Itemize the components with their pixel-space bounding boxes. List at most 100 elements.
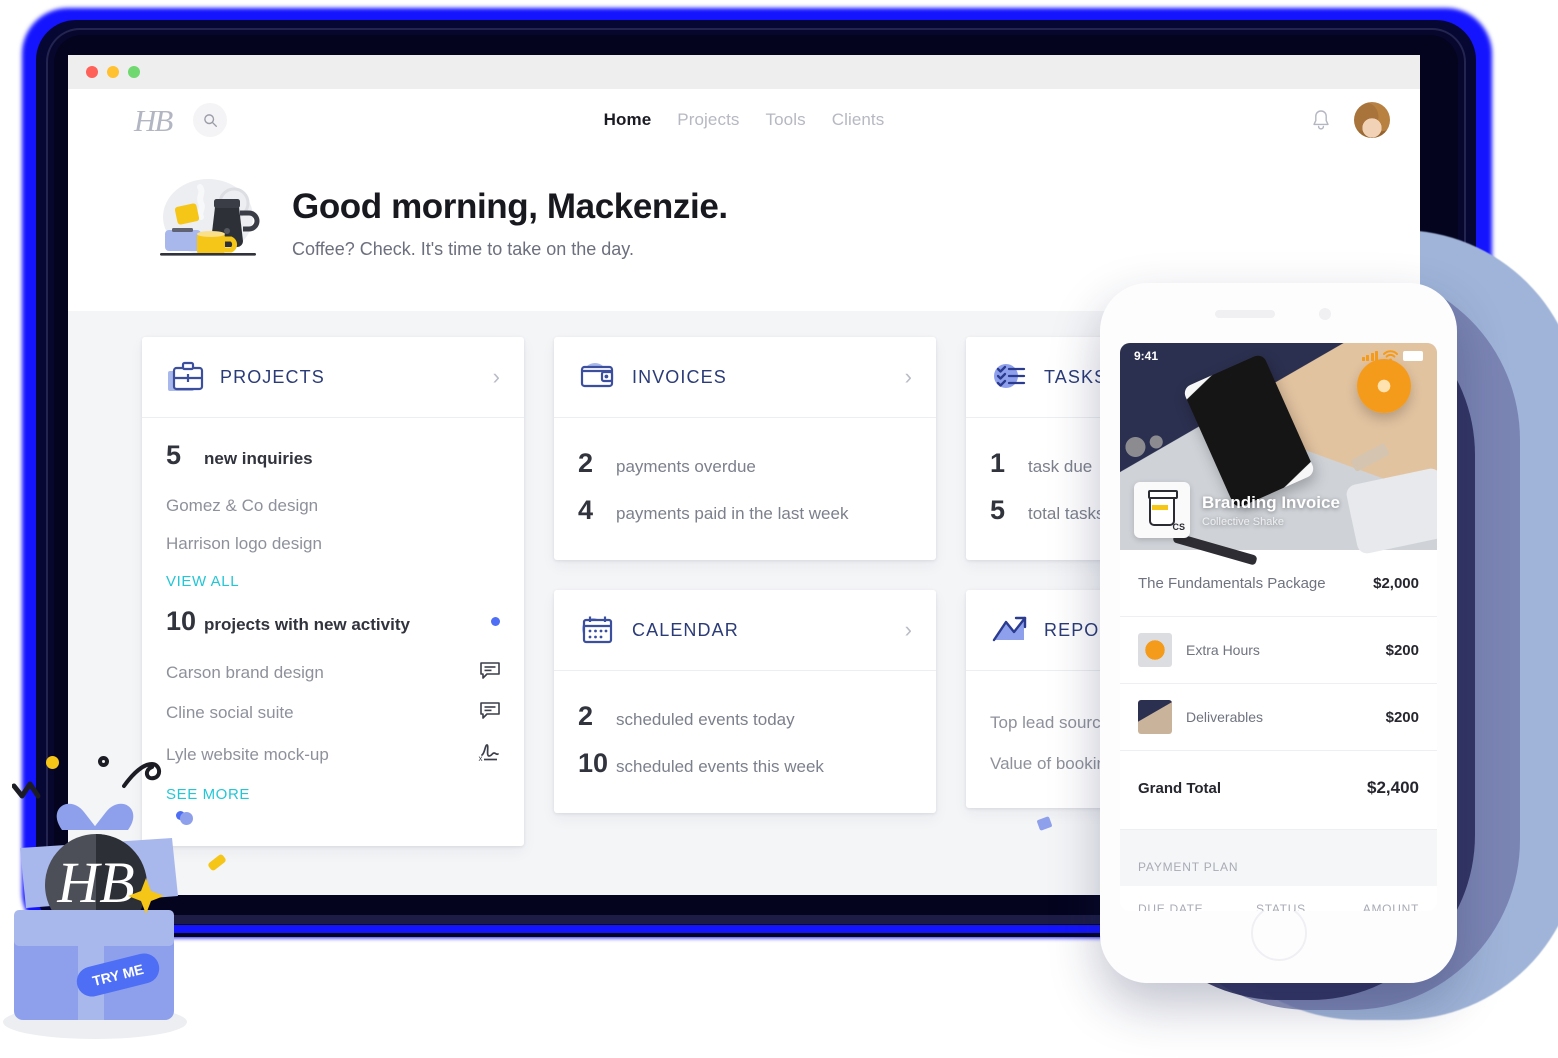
chevron-right-icon[interactable]: ›	[905, 619, 912, 641]
list-item[interactable]: Gomez & Co design	[166, 487, 500, 525]
stat-label: payments paid in the last week	[616, 504, 849, 523]
report-label: Top lead source	[990, 713, 1111, 732]
line-item-thumbnail	[1138, 633, 1172, 667]
stat-number: 2	[578, 701, 594, 731]
client-logo-text: CS	[1172, 522, 1185, 532]
laptop-photo-element	[1344, 466, 1437, 556]
calendar-card-header[interactable]: CALENDAR ›	[554, 590, 936, 671]
invoices-card-body: 2 payments overdue 4 payments paid in th…	[554, 418, 936, 560]
nav-links: Home Projects Tools Clients	[68, 110, 1420, 130]
calendar-icon	[582, 616, 613, 644]
payment-plan-label: PAYMENT PLAN	[1138, 860, 1239, 874]
tasks-card-title: TASKS	[1044, 366, 1108, 387]
phone-mockup: 9:41 CS Branding Invoice Collective Shak…	[1100, 283, 1457, 983]
list-item[interactable]: Harrison logo design	[166, 525, 500, 563]
invoice-hero-text: Branding Invoice Collective Shake	[1202, 493, 1340, 528]
project-name: Gomez & Co design	[166, 496, 319, 515]
maximize-window-button[interactable]	[128, 66, 140, 78]
invoice-hero: 9:41 CS Branding Invoice Collective Shak…	[1120, 343, 1437, 566]
projects-stat-activity: 10 projects with new activity	[166, 606, 500, 637]
stat-number: 5	[990, 495, 1006, 525]
stat-number: 1	[990, 448, 1006, 478]
greeting-text: Good morning, Mackenzie. Coffee? Check. …	[292, 187, 728, 260]
comment-icon[interactable]	[480, 662, 500, 684]
minimize-window-button[interactable]	[107, 66, 119, 78]
line-item-amount: $200	[1385, 708, 1419, 726]
stat-number: 4	[578, 495, 594, 525]
wallet-icon	[580, 363, 614, 388]
calendar-stat-row: 10 scheduled events this week	[578, 748, 912, 779]
signal-bars-icon	[1361, 351, 1378, 361]
keys-photo-element	[1124, 429, 1176, 465]
activity-dot-badge	[491, 617, 500, 626]
app-navbar: HB Home Projects Tools Clients	[68, 89, 1420, 151]
nav-link-home[interactable]: Home	[604, 110, 652, 130]
list-item[interactable]: Lyle website mock-up x	[166, 733, 500, 776]
phone-home-button[interactable]	[1250, 905, 1307, 961]
payment-plan-columns: DUE DATE STATUS AMOUNT	[1120, 886, 1437, 911]
invoice-line-item[interactable]: The Fundamentals Package $2,000	[1120, 550, 1437, 617]
phone-screen: 9:41 CS Branding Invoice Collective Shak…	[1120, 343, 1437, 911]
confetti-yellow-dot	[46, 756, 59, 769]
wifi-icon	[1383, 350, 1398, 362]
status-indicators	[1361, 350, 1423, 362]
invoices-card-header[interactable]: INVOICES ›	[554, 337, 936, 418]
projects-card-header[interactable]: PROJECTS ›	[142, 337, 524, 418]
coffee-cup-icon	[1148, 490, 1178, 526]
stat-number: 10	[166, 606, 197, 636]
battery-icon	[1403, 351, 1423, 361]
phone-camera	[1318, 308, 1331, 320]
invoice-line-item[interactable]: Deliverables $200	[1120, 684, 1437, 751]
invoices-card-title: INVOICES	[632, 366, 727, 387]
greeting-subtitle: Coffee? Check. It's time to take on the …	[292, 238, 634, 259]
nav-link-clients[interactable]: Clients	[832, 110, 885, 130]
stat-number: 5	[166, 440, 182, 470]
stat-label: payments overdue	[616, 457, 756, 476]
bell-icon[interactable]	[1310, 108, 1332, 132]
invoice-grand-total-row: Grand Total $2,400	[1120, 751, 1437, 830]
list-item[interactable]: Cline social suite	[166, 693, 500, 733]
calendar-card-body: 2 scheduled events today 10 scheduled ev…	[554, 671, 936, 813]
screenshot-stage: HB Home Projects Tools Clients Good morn…	[0, 0, 1558, 1058]
invoice-line-item[interactable]: Extra Hours $200	[1120, 617, 1437, 684]
calendar-card-title: CALENDAR	[632, 619, 739, 640]
search-button[interactable]	[193, 103, 228, 137]
line-item-amount: $200	[1385, 641, 1419, 659]
phone-status-bar: 9:41	[1120, 343, 1437, 369]
invoice-stat-row: 4 payments paid in the last week	[578, 495, 912, 526]
view-all-link[interactable]: VIEW ALL	[166, 563, 239, 594]
column-invoices-calendar: INVOICES › 2 payments overdue 4 payments…	[554, 337, 936, 846]
column-amount: AMOUNT	[1362, 902, 1419, 911]
line-item-thumbnail	[1138, 700, 1172, 734]
project-name: Harrison logo design	[166, 534, 322, 553]
projects-card-title: PROJECTS	[220, 366, 325, 387]
confetti-ring	[98, 756, 109, 767]
avatar[interactable]	[1354, 102, 1390, 138]
nav-link-projects[interactable]: Projects	[677, 110, 739, 130]
invoice-stat-row: 2 payments overdue	[578, 448, 912, 479]
stat-label: scheduled events this week	[616, 757, 824, 776]
client-logo: CS	[1134, 482, 1190, 538]
invoices-card: INVOICES › 2 payments overdue 4 payments…	[554, 337, 936, 560]
briefcase-icon	[168, 361, 204, 391]
stat-label: task due	[1028, 457, 1093, 476]
chevron-right-icon[interactable]: ›	[493, 366, 500, 388]
signature-icon[interactable]: x	[478, 742, 500, 767]
line-item-name: Deliverables	[1186, 709, 1264, 725]
calendar-stat-row: 2 scheduled events today	[578, 701, 912, 732]
close-window-button[interactable]	[86, 66, 98, 78]
confetti-zigzag	[12, 781, 41, 799]
stat-label: total tasks	[1028, 504, 1105, 523]
list-item[interactable]: Carson brand design	[166, 653, 500, 693]
invoice-title: Branding Invoice	[1202, 492, 1340, 512]
brand-logo[interactable]: HB	[134, 105, 173, 136]
project-name: Cline social suite	[166, 703, 294, 722]
stat-label: scheduled events today	[616, 710, 795, 729]
line-item-amount: $2,000	[1373, 574, 1419, 592]
grand-total-amount: $2,400	[1367, 778, 1419, 797]
nav-right-actions	[1310, 102, 1390, 138]
chevron-right-icon[interactable]: ›	[905, 366, 912, 388]
comment-icon[interactable]	[480, 702, 500, 724]
nav-link-tools[interactable]: Tools	[766, 110, 806, 130]
